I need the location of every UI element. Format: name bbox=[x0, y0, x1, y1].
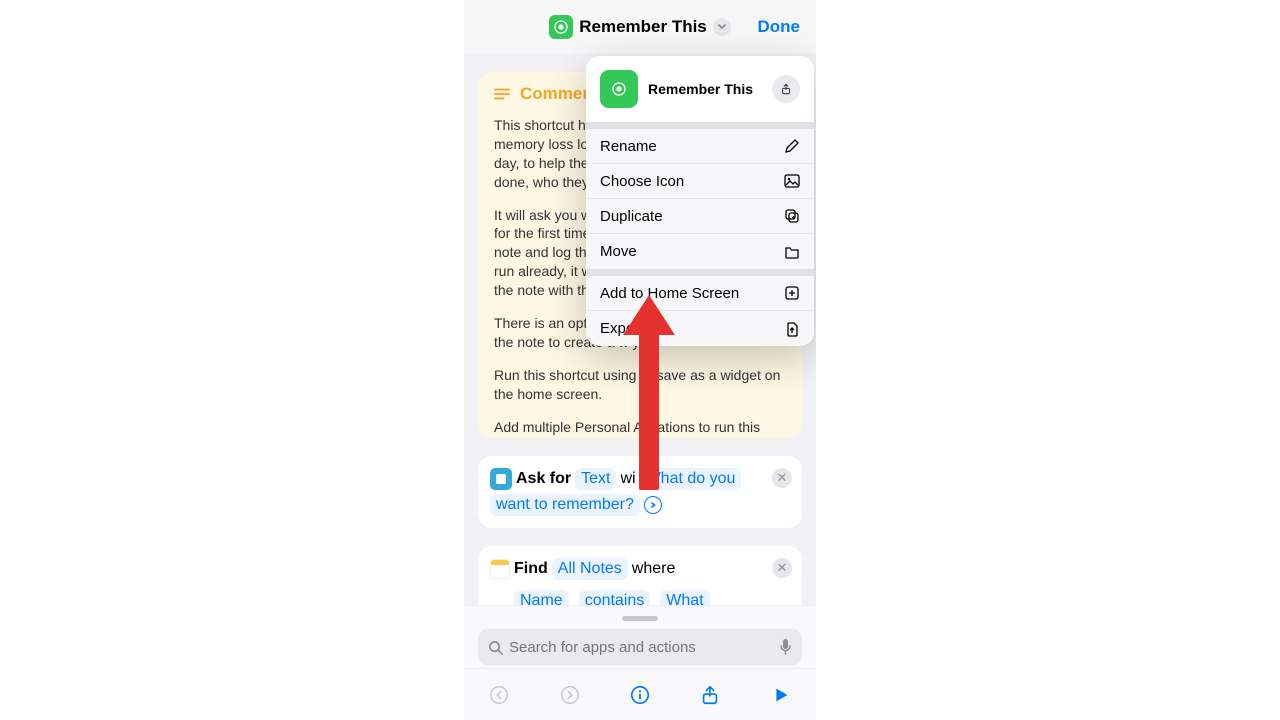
menu-move[interactable]: Move bbox=[586, 234, 814, 269]
remove-action-icon[interactable]: ✕ bbox=[772, 468, 792, 488]
shortcut-glyph-icon bbox=[600, 70, 638, 108]
search-icon bbox=[488, 640, 503, 655]
bottom-toolbar bbox=[464, 668, 816, 720]
remove-action-icon[interactable]: ✕ bbox=[772, 558, 792, 578]
drag-handle-icon[interactable] bbox=[622, 616, 658, 621]
shortcut-options-menu: Remember This Rename Choose Icon Duplica… bbox=[586, 56, 814, 346]
ask-type-token[interactable]: Text bbox=[575, 468, 616, 490]
menu-header: Remember This bbox=[586, 56, 814, 122]
image-icon bbox=[784, 173, 800, 189]
find-target-token[interactable]: All Notes bbox=[552, 558, 628, 580]
shortcuts-editor-screen: Remember This Done Comment This shortcut… bbox=[464, 0, 816, 720]
shortcut-title-button[interactable]: Remember This bbox=[549, 15, 731, 39]
redo-button[interactable] bbox=[555, 680, 585, 710]
info-button[interactable] bbox=[625, 680, 655, 710]
show-more-icon[interactable] bbox=[644, 496, 662, 514]
share-button[interactable] bbox=[695, 680, 725, 710]
comment-lines-icon bbox=[494, 87, 510, 101]
ask-prompt-token-2[interactable]: want to remember? bbox=[490, 494, 640, 516]
notes-app-icon bbox=[490, 559, 510, 579]
mic-icon[interactable] bbox=[779, 638, 792, 656]
menu-export-file[interactable]: Expo e bbox=[586, 311, 814, 346]
menu-add-home-screen[interactable]: Add to Home Screen bbox=[586, 276, 814, 311]
shortcut-glyph-icon bbox=[549, 15, 573, 39]
shortcut-title: Remember This bbox=[579, 17, 707, 37]
menu-rename[interactable]: Rename bbox=[586, 129, 814, 164]
menu-duplicate[interactable]: Duplicate bbox=[586, 199, 814, 234]
done-button[interactable]: Done bbox=[758, 17, 801, 37]
undo-button[interactable] bbox=[484, 680, 514, 710]
pencil-icon bbox=[784, 138, 800, 154]
export-file-icon bbox=[784, 321, 800, 337]
menu-share-icon[interactable] bbox=[772, 75, 800, 103]
search-field[interactable] bbox=[478, 629, 802, 665]
ask-icon bbox=[490, 468, 512, 490]
editor-header: Remember This Done bbox=[464, 0, 816, 54]
ask-label: Ask for bbox=[516, 470, 571, 488]
duplicate-icon bbox=[784, 208, 800, 224]
menu-choose-icon[interactable]: Choose Icon bbox=[586, 164, 814, 199]
search-input[interactable] bbox=[509, 639, 773, 656]
annotation-arrow-icon bbox=[627, 295, 671, 490]
run-button[interactable] bbox=[766, 680, 796, 710]
folder-icon bbox=[784, 244, 800, 260]
find-label: Find bbox=[514, 560, 548, 578]
action-search-panel bbox=[464, 605, 816, 668]
chevron-down-icon bbox=[713, 18, 731, 36]
menu-title: Remember This bbox=[648, 81, 753, 97]
plus-square-icon bbox=[784, 285, 800, 301]
